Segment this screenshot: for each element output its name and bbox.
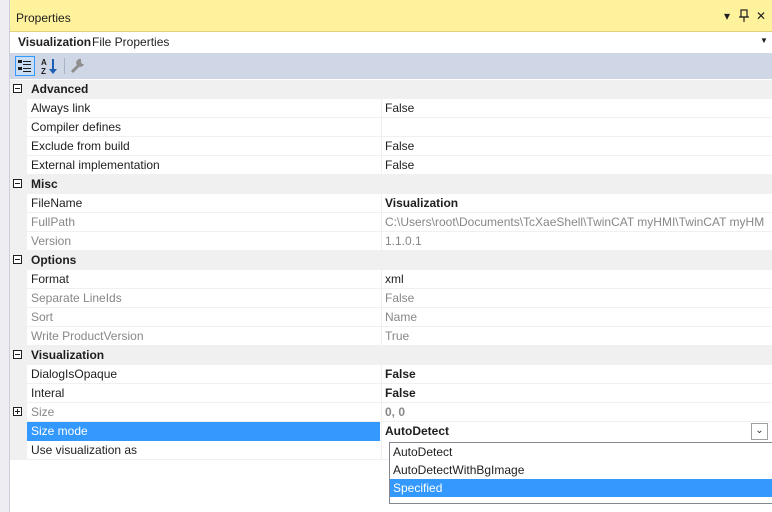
toolbar-separator (64, 58, 65, 74)
property-value: False (381, 289, 772, 308)
collapse-icon[interactable] (13, 255, 22, 264)
row-gutter (10, 365, 27, 384)
panel-title: Properties (16, 11, 71, 25)
dropdown-option[interactable]: AutoDetect (390, 443, 772, 461)
property-value[interactable]: AutoDetect (381, 422, 772, 441)
row-gutter (10, 422, 27, 441)
row-gutter (10, 194, 27, 213)
property-value: True (381, 327, 772, 346)
property-value: 1.1.0.1 (381, 232, 772, 251)
object-selector-dropdown-icon[interactable]: ▼ (758, 33, 770, 49)
property-name[interactable]: Interal (27, 384, 380, 403)
property-row[interactable]: FileName Visualization (10, 194, 772, 213)
property-name[interactable]: Version (27, 232, 380, 251)
property-name[interactable]: Compiler defines (27, 118, 380, 137)
property-value: 0, 0 (381, 403, 772, 422)
collapse-icon[interactable] (13, 84, 22, 93)
category-label: Misc (31, 177, 58, 191)
property-row[interactable]: Always link False (10, 99, 772, 118)
category-row-options[interactable]: Options (10, 251, 772, 270)
row-gutter (10, 289, 27, 308)
property-row[interactable]: Version 1.1.0.1 (10, 232, 772, 251)
property-row[interactable]: FullPath C:\Users\root\Documents\TcXaeShe… (10, 213, 772, 232)
auto-hide-pin-icon[interactable] (737, 9, 751, 23)
property-value[interactable]: False (381, 384, 772, 403)
property-row[interactable]: Format xml (10, 270, 772, 289)
object-name: Visualization (18, 35, 92, 49)
property-value: Name (381, 308, 772, 327)
object-type: File Properties (92, 35, 170, 49)
row-gutter (10, 384, 27, 403)
property-value[interactable] (381, 118, 772, 137)
size-mode-dropdown-button[interactable]: ⌄ (751, 423, 768, 440)
property-name[interactable]: Always link (27, 99, 380, 118)
property-value[interactable]: False (381, 99, 772, 118)
row-gutter (10, 308, 27, 327)
property-name[interactable]: FullPath (27, 213, 380, 232)
row-gutter (10, 270, 27, 289)
property-name[interactable]: Size (27, 403, 380, 422)
property-pages-icon[interactable] (68, 56, 88, 76)
svg-text:A: A (41, 58, 47, 67)
row-gutter (10, 232, 27, 251)
row-gutter (10, 327, 27, 346)
dropdown-option[interactable]: Specified (390, 479, 772, 497)
category-row-visualization[interactable]: Visualization (10, 346, 772, 365)
category-label: Options (31, 253, 77, 267)
property-row[interactable]: Interal False (10, 384, 772, 403)
property-name[interactable]: DialogIsOpaque (27, 365, 380, 384)
property-row[interactable]: External implementation False (10, 156, 772, 175)
category-label: Advanced (31, 82, 89, 96)
property-name[interactable]: Size mode (27, 422, 380, 441)
categorized-icon[interactable] (15, 56, 35, 76)
property-row[interactable]: Exclude from build False (10, 137, 772, 156)
property-row[interactable]: Compiler defines (10, 118, 772, 137)
property-name[interactable]: External implementation (27, 156, 380, 175)
alphabetical-icon[interactable]: A Z (39, 56, 59, 76)
property-value[interactable]: xml (381, 270, 772, 289)
category-row-misc[interactable]: Misc (10, 175, 772, 194)
property-row[interactable]: Size mode AutoDetect ⌄ (10, 422, 772, 441)
property-value: C:\Users\root\Documents\TcXaeShell\TwinC… (381, 213, 772, 232)
property-name[interactable]: FileName (27, 194, 380, 213)
object-selector[interactable]: Visualization File Properties ▼ (10, 32, 772, 52)
property-value[interactable]: False (381, 156, 772, 175)
property-value[interactable]: False (381, 365, 772, 384)
expand-icon[interactable] (13, 407, 22, 416)
property-row[interactable]: DialogIsOpaque False (10, 365, 772, 384)
svg-text:Z: Z (41, 67, 46, 76)
property-value[interactable]: Visualization (381, 194, 772, 213)
close-icon[interactable]: ✕ (754, 9, 768, 23)
row-gutter (10, 137, 27, 156)
property-row[interactable]: Write ProductVersion True (10, 327, 772, 346)
row-gutter (10, 99, 27, 118)
collapse-icon[interactable] (13, 179, 22, 188)
left-panel-edge (0, 0, 10, 512)
property-name[interactable]: Format (27, 270, 380, 289)
property-name[interactable]: Use visualization as (27, 441, 380, 460)
panel-titlebar[interactable]: Properties ▾ ✕ (10, 0, 772, 32)
property-name[interactable]: Separate LineIds (27, 289, 380, 308)
dropdown-option[interactable]: AutoDetectWithBgImage (390, 461, 772, 479)
row-gutter (10, 213, 27, 232)
row-gutter (10, 441, 27, 460)
property-row[interactable]: Size 0, 0 (10, 403, 772, 422)
property-row[interactable]: Sort Name (10, 308, 772, 327)
window-position-dropdown-icon[interactable]: ▾ (720, 9, 734, 23)
row-gutter (10, 156, 27, 175)
category-label: Visualization (31, 348, 105, 362)
size-mode-dropdown-list[interactable]: AutoDetect AutoDetectWithBgImage Specified (389, 442, 772, 504)
property-name[interactable]: Write ProductVersion (27, 327, 380, 346)
row-gutter (10, 118, 27, 137)
category-row-advanced[interactable]: Advanced (10, 80, 772, 99)
property-row[interactable]: Separate LineIds False (10, 289, 772, 308)
property-name[interactable]: Sort (27, 308, 380, 327)
property-name[interactable]: Exclude from build (27, 137, 380, 156)
property-grid: Advanced Always link False Compiler defines… (10, 80, 772, 460)
properties-panel: Properties ▾ ✕ Visualization File Proper… (10, 0, 772, 512)
property-value[interactable]: False (381, 137, 772, 156)
collapse-icon[interactable] (13, 350, 22, 359)
properties-toolbar: A Z (10, 53, 772, 79)
